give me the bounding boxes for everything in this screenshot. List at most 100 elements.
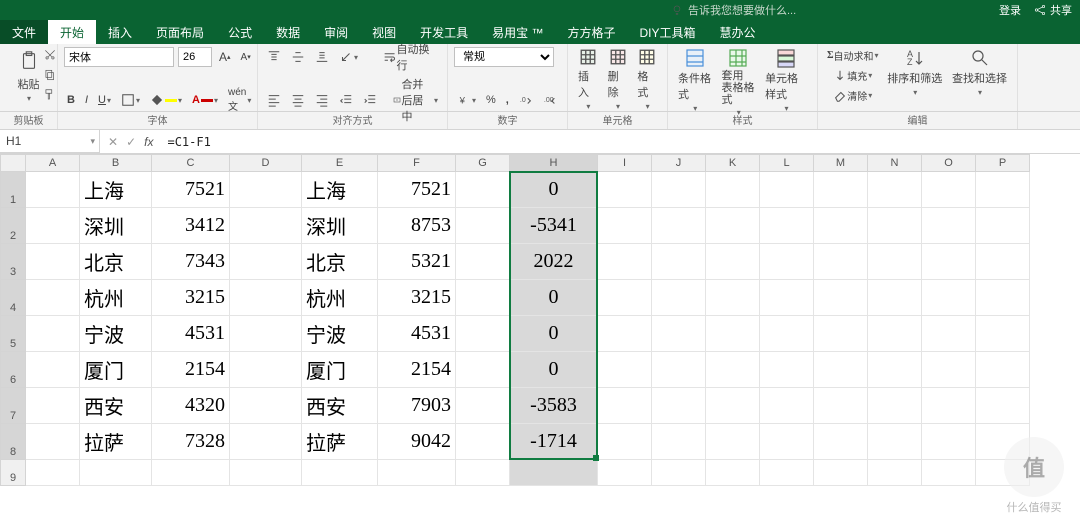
cell-A2[interactable] xyxy=(26,208,80,244)
format-painter-button[interactable] xyxy=(40,86,60,104)
cell-O5[interactable] xyxy=(922,316,976,352)
cell-J7[interactable] xyxy=(652,388,706,424)
cell-N6[interactable] xyxy=(868,352,922,388)
cell-E6[interactable]: 厦门 xyxy=(302,352,378,388)
tell-me[interactable]: 告诉我您想要做什么... xyxy=(670,2,796,18)
align-left-button[interactable] xyxy=(264,91,284,109)
cell-O2[interactable] xyxy=(922,208,976,244)
cell-N1[interactable] xyxy=(868,172,922,208)
cell-E9[interactable] xyxy=(302,460,378,486)
cell-J8[interactable] xyxy=(652,424,706,460)
cell-D3[interactable] xyxy=(230,244,302,280)
cell-J6[interactable] xyxy=(652,352,706,388)
enter-formula-button[interactable]: ✓ xyxy=(126,135,136,149)
font-size-input[interactable] xyxy=(178,47,212,67)
align-bottom-button[interactable] xyxy=(312,48,332,66)
cell-O8[interactable] xyxy=(922,424,976,460)
cell-H3[interactable]: 2022 xyxy=(510,244,598,280)
cell-D8[interactable] xyxy=(230,424,302,460)
col-header-D[interactable]: D xyxy=(230,154,302,172)
cell-C8[interactable]: 7328 xyxy=(152,424,230,460)
cell-N7[interactable] xyxy=(868,388,922,424)
cell-I6[interactable] xyxy=(598,352,652,388)
cell-L8[interactable] xyxy=(760,424,814,460)
font-color-button[interactable]: A▾ xyxy=(189,92,221,108)
cell-F1[interactable]: 7521 xyxy=(378,172,456,208)
cell-A8[interactable] xyxy=(26,424,80,460)
decrease-decimal-button[interactable]: .00 xyxy=(540,91,560,109)
cell-B5[interactable]: 宁波 xyxy=(80,316,152,352)
cell-F9[interactable] xyxy=(378,460,456,486)
cell-J9[interactable] xyxy=(652,460,706,486)
cell-H1[interactable]: 0 xyxy=(510,172,598,208)
cell-C9[interactable] xyxy=(152,460,230,486)
cell-G4[interactable] xyxy=(456,280,510,316)
cell-O3[interactable] xyxy=(922,244,976,280)
accounting-format-button[interactable]: ¥▾ xyxy=(454,91,479,109)
cell-K4[interactable] xyxy=(706,280,760,316)
cell-G2[interactable] xyxy=(456,208,510,244)
select-all-corner[interactable] xyxy=(0,154,26,172)
cell-N9[interactable] xyxy=(868,460,922,486)
col-header-K[interactable]: K xyxy=(706,154,760,172)
share-button[interactable]: 共享 xyxy=(1033,2,1072,18)
cell-L2[interactable] xyxy=(760,208,814,244)
cell-G7[interactable] xyxy=(456,388,510,424)
cell-N2[interactable] xyxy=(868,208,922,244)
row-header-4[interactable]: 4 xyxy=(0,280,26,316)
cell-F4[interactable]: 3215 xyxy=(378,280,456,316)
cell-B4[interactable]: 杭州 xyxy=(80,280,152,316)
cell-C2[interactable]: 3412 xyxy=(152,208,230,244)
cell-P6[interactable] xyxy=(976,352,1030,388)
cell-K8[interactable] xyxy=(706,424,760,460)
tab-hbg[interactable]: 慧办公 xyxy=(708,20,768,44)
cell-H9[interactable] xyxy=(510,460,598,486)
cell-G3[interactable] xyxy=(456,244,510,280)
cell-B3[interactable]: 北京 xyxy=(80,244,152,280)
col-header-A[interactable]: A xyxy=(26,154,80,172)
cell-P7[interactable] xyxy=(976,388,1030,424)
cell-E2[interactable]: 深圳 xyxy=(302,208,378,244)
tab-review[interactable]: 审阅 xyxy=(312,20,360,44)
cell-H5[interactable]: 0 xyxy=(510,316,598,352)
login-link[interactable]: 登录 xyxy=(999,2,1021,18)
cell-B6[interactable]: 厦门 xyxy=(80,352,152,388)
cell-A9[interactable] xyxy=(26,460,80,486)
cell-K7[interactable] xyxy=(706,388,760,424)
col-header-M[interactable]: M xyxy=(814,154,868,172)
sort-filter-button[interactable]: AZ排序和筛选▾ xyxy=(883,46,946,99)
tab-yyb[interactable]: 易用宝 ™ xyxy=(480,20,555,44)
bold-button[interactable]: B xyxy=(64,92,78,108)
cell-M8[interactable] xyxy=(814,424,868,460)
cell-I4[interactable] xyxy=(598,280,652,316)
cell-G9[interactable] xyxy=(456,460,510,486)
row-header-7[interactable]: 7 xyxy=(0,388,26,424)
percent-button[interactable]: % xyxy=(483,92,499,108)
cell-N3[interactable] xyxy=(868,244,922,280)
tab-insert[interactable]: 插入 xyxy=(96,20,144,44)
cell-K1[interactable] xyxy=(706,172,760,208)
col-header-B[interactable]: B xyxy=(80,154,152,172)
decrease-indent-button[interactable] xyxy=(336,91,356,109)
cell-O6[interactable] xyxy=(922,352,976,388)
align-right-button[interactable] xyxy=(312,91,332,109)
cell-M5[interactable] xyxy=(814,316,868,352)
tab-diy[interactable]: DIY工具箱 xyxy=(628,20,708,44)
col-header-N[interactable]: N xyxy=(868,154,922,172)
col-header-L[interactable]: L xyxy=(760,154,814,172)
col-header-I[interactable]: I xyxy=(598,154,652,172)
row-header-2[interactable]: 2 xyxy=(0,208,26,244)
cell-D6[interactable] xyxy=(230,352,302,388)
row-header-5[interactable]: 5 xyxy=(0,316,26,352)
cell-K9[interactable] xyxy=(706,460,760,486)
cell-M9[interactable] xyxy=(814,460,868,486)
wrap-text-button[interactable]: 自动换行 xyxy=(380,39,441,75)
cell-E8[interactable]: 拉萨 xyxy=(302,424,378,460)
cell-E1[interactable]: 上海 xyxy=(302,172,378,208)
table-format-button[interactable]: 套用 表格格式▾ xyxy=(718,46,760,119)
find-select-button[interactable]: 查找和选择▾ xyxy=(948,46,1011,99)
cell-A7[interactable] xyxy=(26,388,80,424)
cell-O9[interactable] xyxy=(922,460,976,486)
cell-A6[interactable] xyxy=(26,352,80,388)
cell-I1[interactable] xyxy=(598,172,652,208)
